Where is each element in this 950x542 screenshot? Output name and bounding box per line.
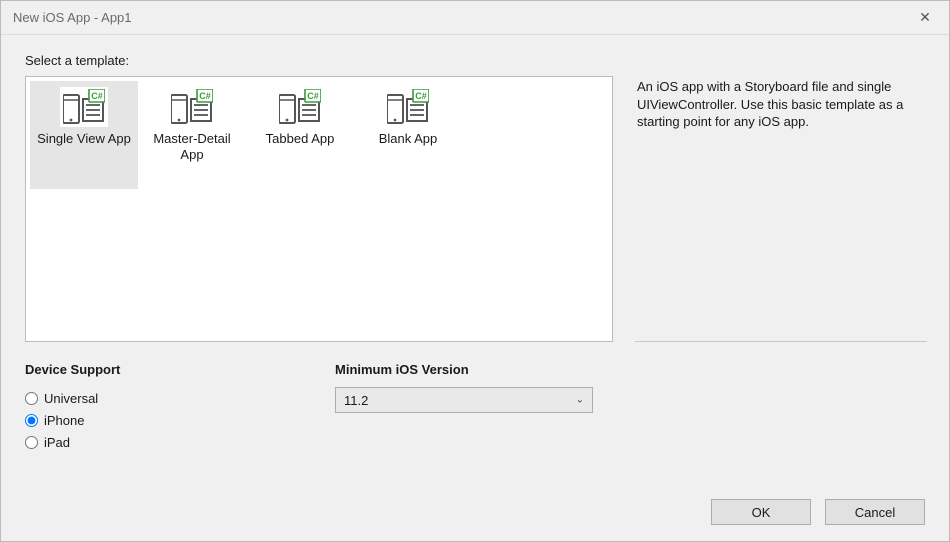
description-text: An iOS app with a Storyboard file and si… xyxy=(637,79,903,129)
device-radio-input-iphone[interactable] xyxy=(25,414,38,427)
titlebar: New iOS App - App1 ✕ xyxy=(1,1,949,35)
template-label: Tabbed App xyxy=(266,131,335,147)
device-radio-label: iPad xyxy=(44,435,70,450)
csharp-template-icon: C# xyxy=(276,87,324,127)
device-support-heading: Device Support xyxy=(25,362,335,377)
device-radio-iphone[interactable]: iPhone xyxy=(25,409,335,431)
middle-row: C# Single View App C# Master-Detail App C# Ta… xyxy=(25,76,925,342)
min-ios-group: Minimum iOS Version 11.2 ⌄ xyxy=(335,362,615,453)
cancel-button[interactable]: Cancel xyxy=(825,499,925,525)
svg-text:C#: C# xyxy=(91,91,103,101)
csharp-template-icon: C# xyxy=(168,87,216,127)
template-label: Single View App xyxy=(37,131,131,147)
options-row: Device Support Universal iPhone iPad Minim… xyxy=(25,362,925,453)
chevron-down-icon: ⌄ xyxy=(576,395,584,406)
svg-text:C#: C# xyxy=(307,91,319,101)
template-item-single-view-app[interactable]: C# Single View App xyxy=(30,81,138,189)
template-item-tabbed-app[interactable]: C# Tabbed App xyxy=(246,81,354,189)
template-item-blank-app[interactable]: C# Blank App xyxy=(354,81,462,189)
device-radio-ipad[interactable]: iPad xyxy=(25,431,335,453)
template-list[interactable]: C# Single View App C# Master-Detail App C# Ta… xyxy=(25,76,613,342)
device-radio-universal[interactable]: Universal xyxy=(25,387,335,409)
dialog-footer: OK Cancel xyxy=(1,499,949,541)
close-icon[interactable]: ✕ xyxy=(913,9,937,26)
prompt-label: Select a template: xyxy=(25,53,925,68)
dialog-window: New iOS App - App1 ✕ Select a template: … xyxy=(0,0,950,542)
template-label: Blank App xyxy=(379,131,438,147)
content-area: Select a template: C# Single View App C# Ma… xyxy=(1,35,949,499)
csharp-template-icon: C# xyxy=(60,87,108,127)
min-ios-dropdown[interactable]: 11.2 ⌄ xyxy=(335,387,593,413)
template-label: Master-Detail App xyxy=(142,131,242,164)
description-separator xyxy=(635,341,927,342)
device-support-group: Device Support Universal iPhone iPad xyxy=(25,362,335,453)
cancel-label: Cancel xyxy=(855,505,895,520)
ok-button[interactable]: OK xyxy=(711,499,811,525)
svg-text:C#: C# xyxy=(199,91,211,101)
min-ios-value: 11.2 xyxy=(344,393,368,408)
ok-label: OK xyxy=(752,505,771,520)
svg-text:C#: C# xyxy=(415,91,427,101)
description-panel: An iOS app with a Storyboard file and si… xyxy=(635,76,925,342)
window-title: New iOS App - App1 xyxy=(13,10,132,25)
min-ios-heading: Minimum iOS Version xyxy=(335,362,615,377)
csharp-template-icon: C# xyxy=(384,87,432,127)
device-radio-label: iPhone xyxy=(44,413,84,428)
device-radio-label: Universal xyxy=(44,391,98,406)
template-item-master-detail-app[interactable]: C# Master-Detail App xyxy=(138,81,246,189)
device-radio-input-ipad[interactable] xyxy=(25,436,38,449)
device-radio-input-universal[interactable] xyxy=(25,392,38,405)
